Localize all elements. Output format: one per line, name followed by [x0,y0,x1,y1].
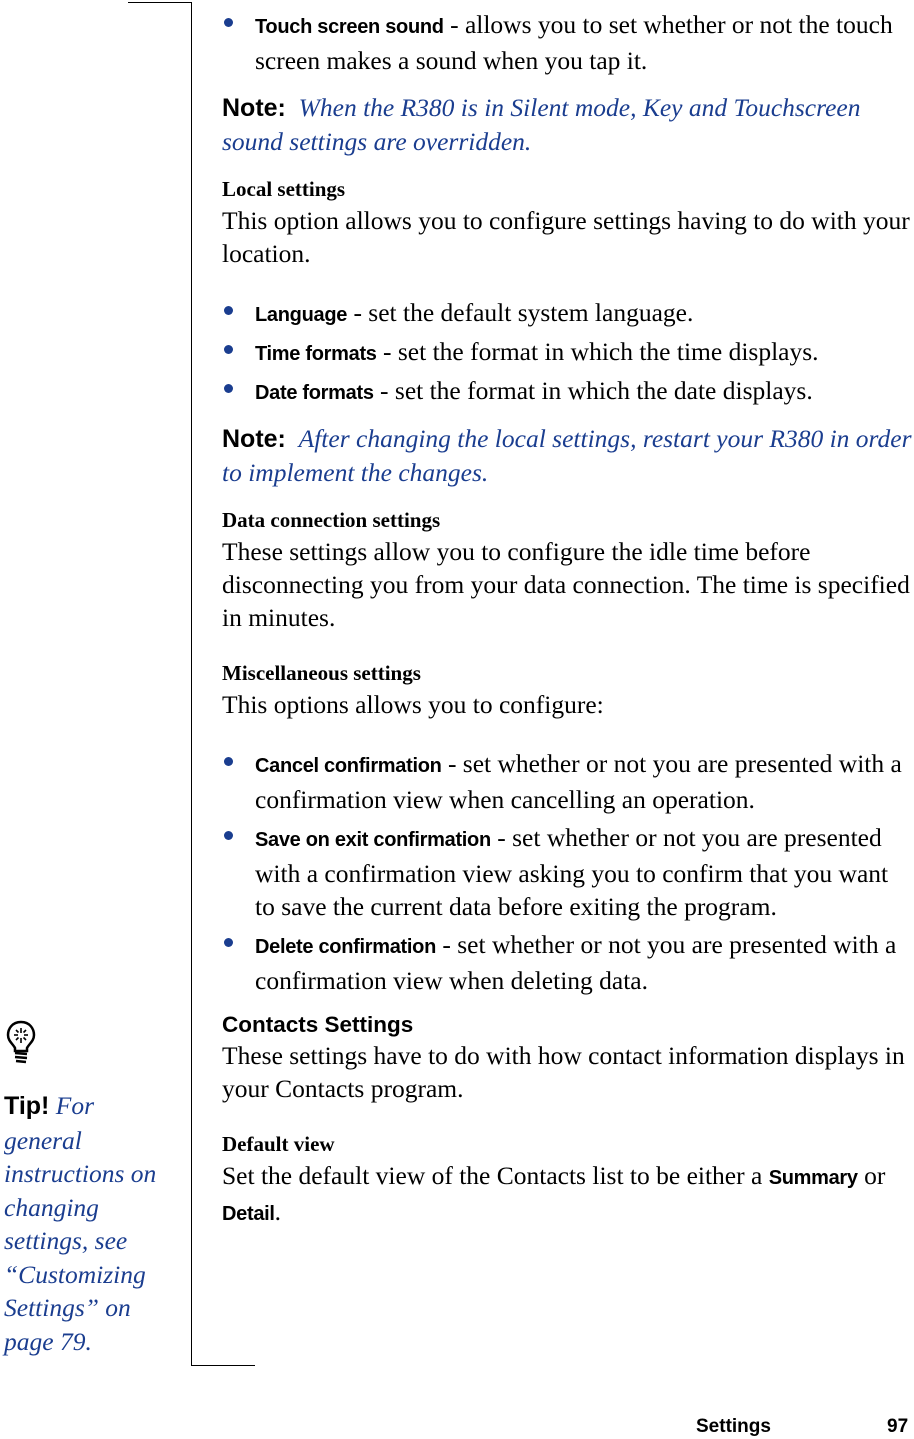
misc-settings-list: Cancel confirmation - set whether or not… [222,747,914,997]
option-summary: Summary [768,1167,858,1189]
desc: - set the format in which the time displ… [376,337,819,366]
list-item: Date formats - set the format in which t… [222,374,914,410]
local-settings-list: Language - set the default system langua… [222,296,914,410]
term: Language [255,304,348,326]
note-text: When the R380 is in Silent mode, Key and… [222,93,861,156]
bullet-touch-screen-sound: Touch screen sound - allows you to set w… [222,8,914,77]
margin-rule-top [128,2,192,3]
text: Set the default view of the Contacts lis… [222,1161,769,1190]
bullet-icon [224,18,233,27]
list-item: Cancel confirmation - set whether or not… [222,747,914,816]
tip-label: Tip! [4,1092,50,1120]
term: Cancel confirmation [255,755,442,777]
contacts-settings-heading: Contacts Settings [222,1012,414,1037]
lightbulb-icon [6,1020,36,1064]
list-item: Language - set the default system langua… [222,296,914,332]
contacts-settings-text: These settings have to do with how conta… [222,1041,905,1103]
note-silent-mode: Note: When the R380 is in Silent mode, K… [222,91,914,158]
note-text: After changing the local settings, resta… [222,424,912,487]
page-number: 97 [887,1416,909,1437]
data-connection-heading: Data connection settings [222,508,441,532]
bullet-icon [224,831,233,840]
list-item: Delete confirmation - set whether or not… [222,928,914,997]
misc-settings-heading: Miscellaneous settings [222,661,421,685]
tip-text: For general instructions on changing set… [4,1091,157,1356]
term: Save on exit confirmation [255,829,491,851]
text: or [857,1161,886,1190]
term: Delete confirmation [255,936,436,958]
main-content: Touch screen sound - allows you to set w… [222,8,914,1231]
default-view-heading: Default view [222,1132,335,1156]
text: . [274,1197,282,1226]
note-label: Note: [222,94,286,122]
margin-rule-vertical [191,2,192,1366]
option-detail: Detail [222,1203,275,1225]
term: Touch screen sound [255,16,444,38]
term: Time formats [255,343,377,365]
tip-box: Tip! For general instructions on changin… [4,1089,164,1358]
bullet-icon [224,345,233,354]
desc: - set the default system language. [347,298,694,327]
data-connection-text: These settings allow you to configure th… [222,537,910,632]
local-settings-heading: Local settings [222,177,346,201]
local-settings-intro: This option allows you to configure sett… [222,206,910,268]
misc-settings-intro: This options allows you to configure: [222,690,604,719]
list-item: Save on exit confirmation - set whether … [222,821,914,923]
bullet-icon [224,384,233,393]
note-label: Note: [222,425,286,453]
bullet-icon [224,757,233,766]
default-view-text: Set the default view of the Contacts lis… [222,1159,914,1231]
footer-section-title: Settings [696,1416,771,1437]
bullet-icon [224,938,233,947]
term: Date formats [255,382,374,404]
list-item: Time formats - set the format in which t… [222,335,914,371]
bullet-icon [224,306,233,315]
desc: - set the format in which the date displ… [373,376,813,405]
margin-rule-bottom [191,1365,255,1366]
note-restart: Note: After changing the local settings,… [222,422,914,489]
